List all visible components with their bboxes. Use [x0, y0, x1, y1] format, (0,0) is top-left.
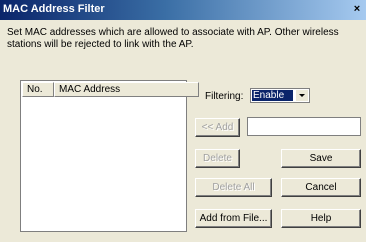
cancel-button[interactable]: Cancel	[281, 178, 361, 197]
mac-address-list[interactable]: No. MAC Address	[20, 80, 199, 232]
mac-address-filter-dialog: MAC Address Filter × Set MAC addresses w…	[0, 0, 366, 242]
chevron-down-icon[interactable]	[295, 90, 308, 101]
help-button[interactable]: Help	[281, 209, 361, 228]
add-button[interactable]: << Add	[195, 118, 240, 137]
column-header-mac-address[interactable]: MAC Address	[54, 82, 199, 97]
filtering-select[interactable]: Enable	[250, 88, 310, 103]
column-header-no[interactable]: No.	[22, 82, 54, 97]
description-text: Set MAC addresses which are allowed to a…	[7, 27, 339, 50]
mac-address-input[interactable]	[247, 117, 361, 136]
delete-all-button[interactable]: Delete All	[195, 178, 272, 197]
title-bar: MAC Address Filter ×	[0, 0, 366, 20]
filtering-label: Filtering:	[205, 91, 244, 102]
save-button[interactable]: Save	[281, 149, 361, 168]
filtering-selected-value: Enable	[252, 90, 293, 101]
window-title: MAC Address Filter	[3, 3, 105, 15]
add-from-file-button[interactable]: Add from File...	[195, 209, 272, 228]
delete-button[interactable]: Delete	[195, 149, 240, 168]
close-icon[interactable]: ×	[350, 3, 364, 16]
